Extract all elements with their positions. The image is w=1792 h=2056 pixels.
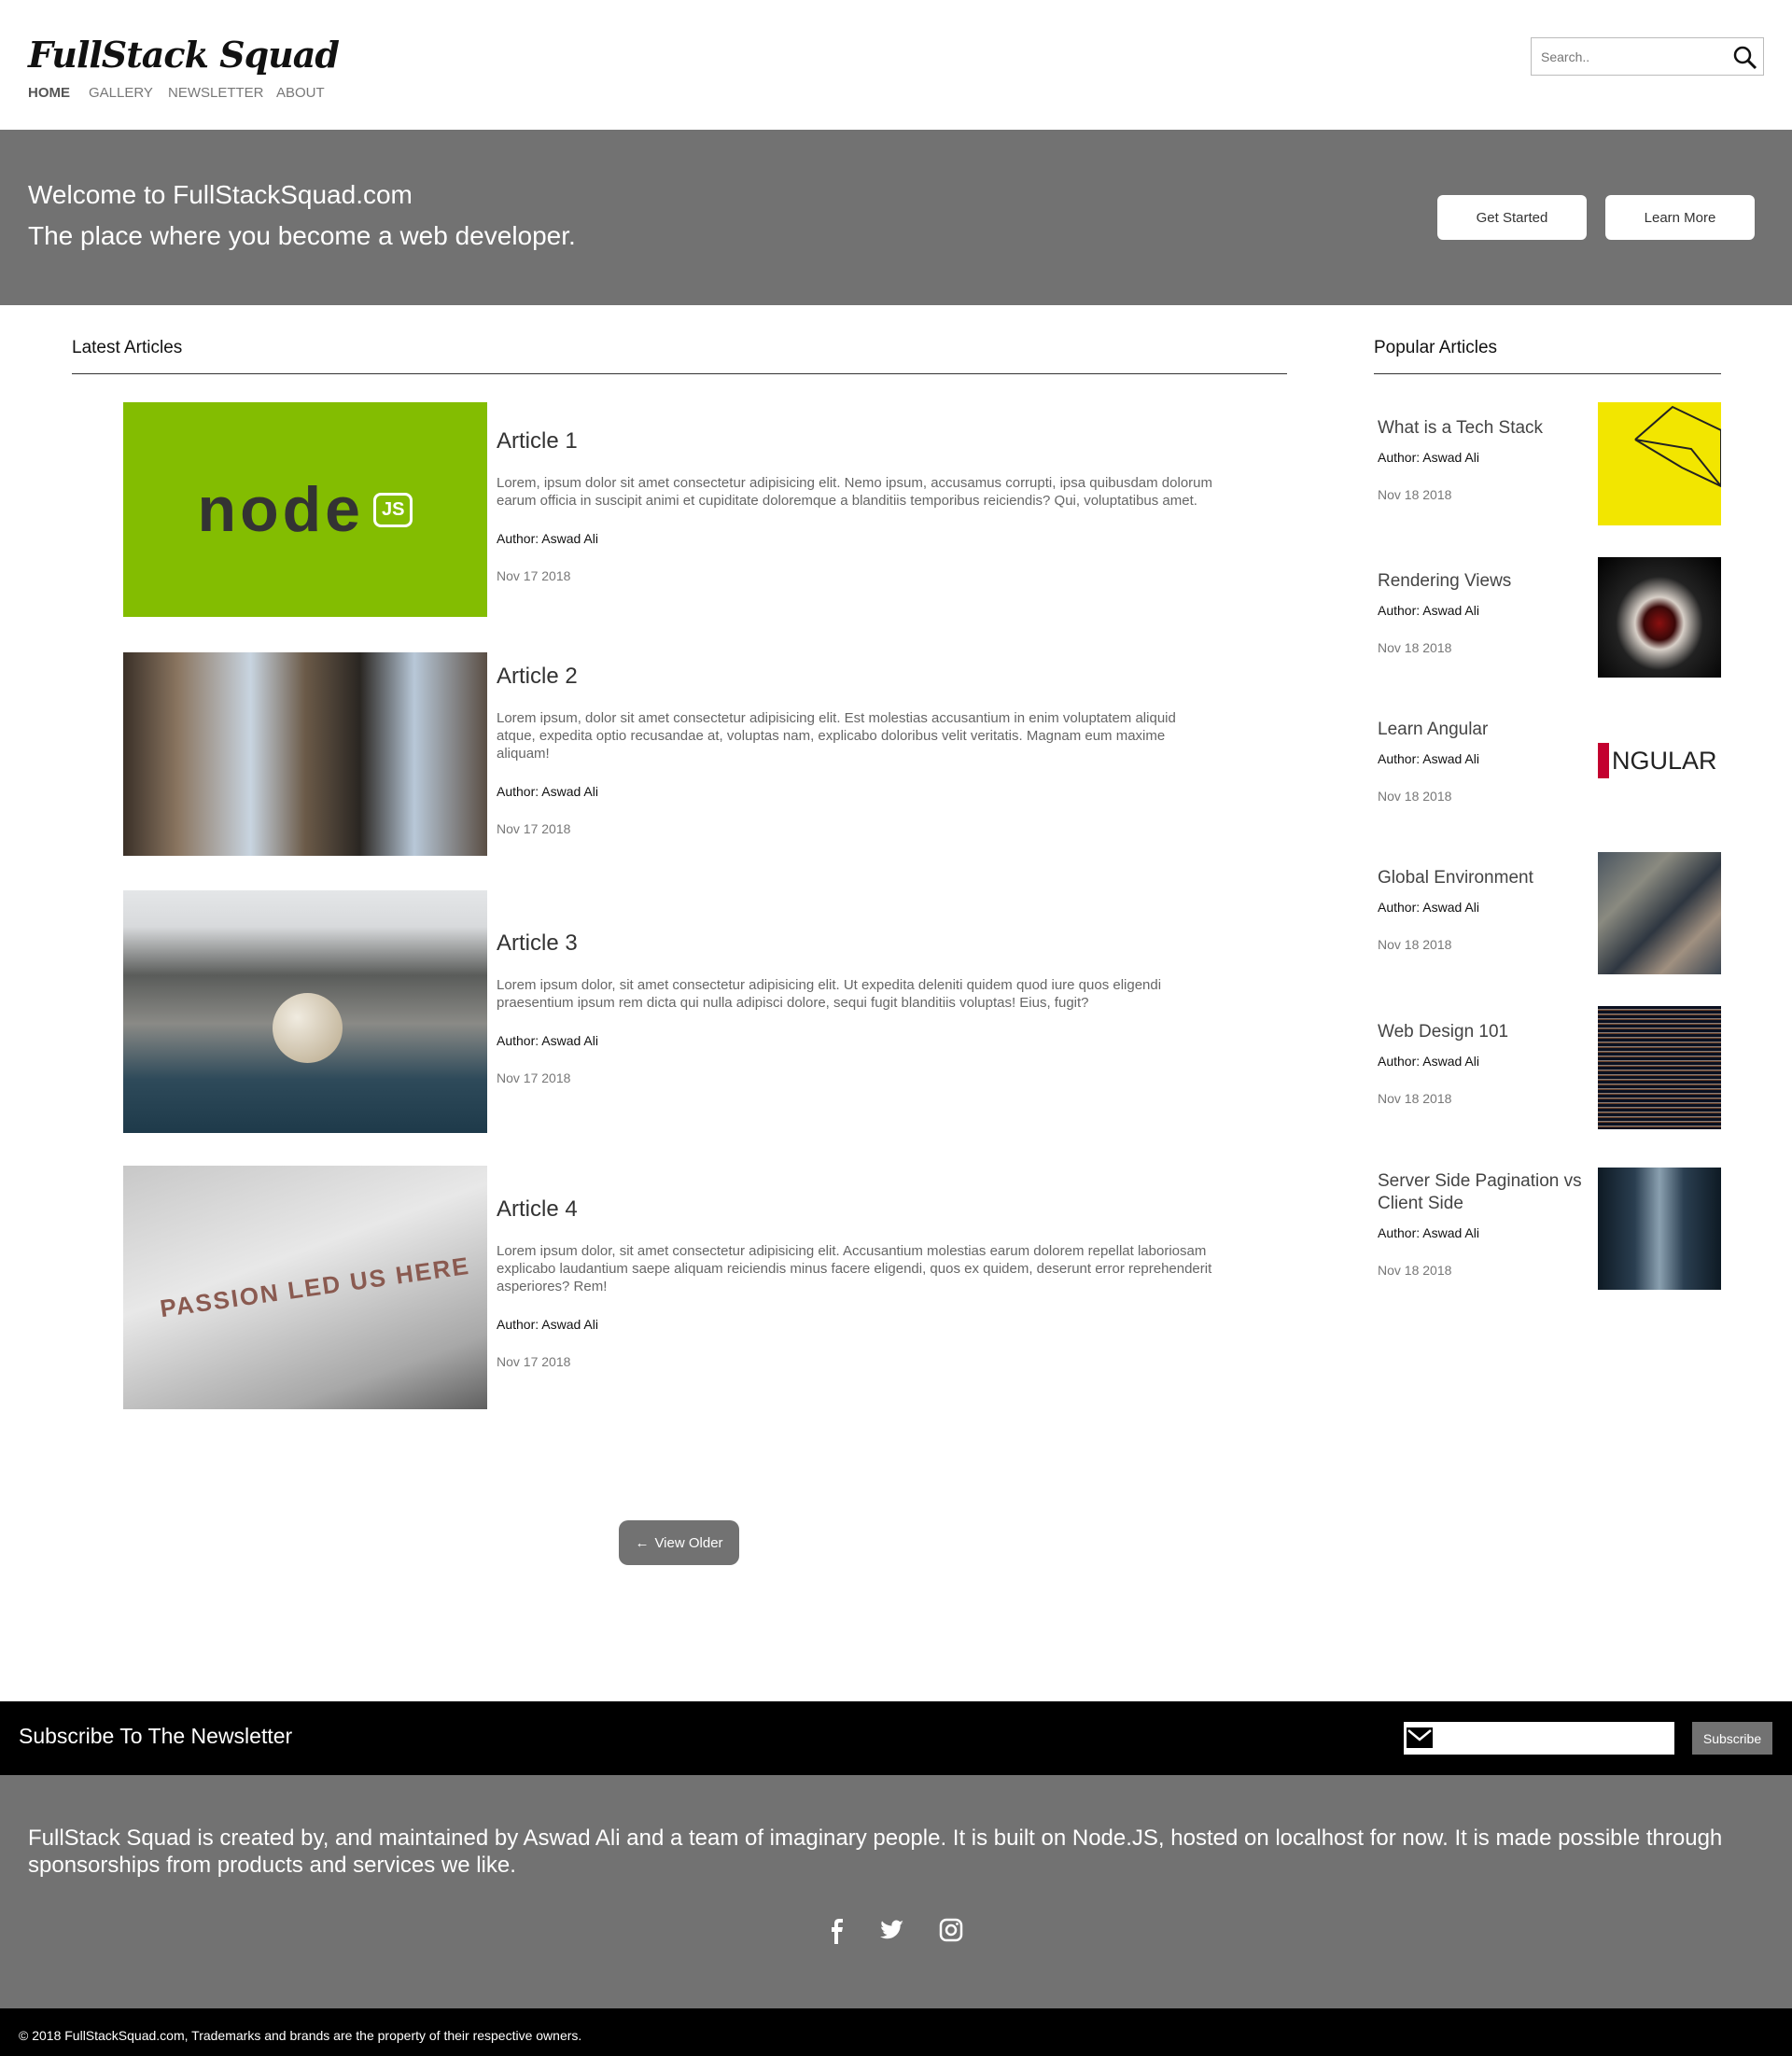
article-author: Author: Aswad Ali xyxy=(497,1033,598,1048)
article-author: Author: Aswad Ali xyxy=(497,784,598,799)
article-title[interactable]: Article 1 xyxy=(497,428,578,455)
view-older-button[interactable]: ← View Older xyxy=(619,1520,739,1565)
article-date: Nov 17 2018 xyxy=(497,1354,571,1369)
popular-date: Nov 18 2018 xyxy=(1378,1091,1452,1106)
angular-thumbnail[interactable]: NGULAR xyxy=(1598,737,1721,784)
popular-author: Author: Aswad Ali xyxy=(1378,603,1479,618)
nav-about[interactable]: ABOUT xyxy=(276,85,325,101)
twitter-icon[interactable] xyxy=(878,1918,904,1947)
globe-graphic xyxy=(273,993,343,1063)
article-2-image[interactable] xyxy=(123,652,487,856)
hero-subtitle: The place where you become a web develop… xyxy=(28,221,576,250)
popular-title[interactable]: Web Design 101 xyxy=(1378,1021,1583,1043)
article-description: Lorem ipsum dolor, sit amet consectetur … xyxy=(497,977,1162,1011)
popular-date: Nov 18 2018 xyxy=(1378,789,1452,804)
article-description: Lorem ipsum dolor, sit amet consectetur … xyxy=(497,1243,1212,1294)
popular-author: Author: Aswad Ali xyxy=(1378,751,1479,766)
popular-author: Author: Aswad Ali xyxy=(1378,450,1479,465)
arrow-left-icon: ← xyxy=(635,1534,650,1551)
tech-stack-thumbnail[interactable] xyxy=(1598,402,1721,525)
article-description: Lorem, ipsum dolor sit amet consectetur … xyxy=(497,475,1212,509)
article-date: Nov 17 2018 xyxy=(497,568,571,583)
article-description: Lorem ipsum, dolor sit amet consectetur … xyxy=(497,710,1176,762)
popular-date: Nov 18 2018 xyxy=(1378,487,1452,502)
article-author: Author: Aswad Ali xyxy=(497,531,598,546)
article-title[interactable]: Article 3 xyxy=(497,930,578,957)
popular-date: Nov 18 2018 xyxy=(1378,937,1452,952)
email-input[interactable] xyxy=(1404,1722,1674,1755)
search-icon[interactable] xyxy=(1733,46,1757,75)
search-box xyxy=(1531,37,1764,76)
divider xyxy=(1374,373,1721,374)
server-thumbnail[interactable] xyxy=(1598,1168,1721,1290)
nodejs-logo: node xyxy=(197,474,364,545)
article-4-image[interactable]: PASSION LED US HERE xyxy=(123,1166,487,1409)
popular-author: Author: Aswad Ali xyxy=(1378,900,1479,915)
article-title[interactable]: Article 2 xyxy=(497,664,578,690)
article-date: Nov 17 2018 xyxy=(497,821,571,836)
hero-title: Welcome to FullStackSquad.com xyxy=(28,180,413,209)
latest-articles-heading: Latest Articles xyxy=(72,338,183,357)
newsletter-title: Subscribe To The Newsletter xyxy=(19,1724,293,1748)
passion-text: PASSION LED US HERE xyxy=(158,1251,472,1323)
envelope-icon xyxy=(1406,1726,1434,1755)
rendering-views-thumbnail[interactable] xyxy=(1598,557,1721,678)
footer-about: FullStack Squad is created by, and maint… xyxy=(28,1825,1723,1878)
footer xyxy=(0,1775,1792,2008)
article-date: Nov 17 2018 xyxy=(497,1070,571,1085)
popular-title[interactable]: Learn Angular xyxy=(1378,719,1583,741)
article-author: Author: Aswad Ali xyxy=(497,1317,598,1332)
popular-title[interactable]: Server Side Pagination vs Client Side xyxy=(1378,1170,1583,1215)
popular-author: Author: Aswad Ali xyxy=(1378,1054,1479,1069)
nav-gallery[interactable]: GALLERY xyxy=(89,85,153,101)
angular-text: NGULAR xyxy=(1612,746,1717,775)
popular-author: Author: Aswad Ali xyxy=(1378,1225,1479,1240)
article-title[interactable]: Article 4 xyxy=(497,1196,578,1223)
facebook-icon[interactable] xyxy=(827,1918,846,1949)
subscribe-button[interactable]: Subscribe xyxy=(1692,1722,1772,1755)
learn-more-button[interactable]: Learn More xyxy=(1605,195,1755,240)
nav-newsletter[interactable]: NEWSLETTER xyxy=(168,85,264,101)
popular-date: Nov 18 2018 xyxy=(1378,640,1452,655)
search-input[interactable] xyxy=(1532,38,1718,75)
article-3-image[interactable] xyxy=(123,890,487,1133)
popular-title[interactable]: Rendering Views xyxy=(1378,570,1583,593)
site-logo[interactable]: FullStack Squad xyxy=(28,34,340,76)
view-older-label: View Older xyxy=(654,1534,723,1551)
get-started-button[interactable]: Get Started xyxy=(1437,195,1587,240)
nav-home[interactable]: HOME xyxy=(28,85,70,101)
popular-title[interactable]: What is a Tech Stack xyxy=(1378,417,1583,440)
global-environment-thumbnail[interactable] xyxy=(1598,852,1721,974)
instagram-icon[interactable] xyxy=(939,1918,963,1947)
divider xyxy=(72,373,1287,374)
web-design-thumbnail[interactable] xyxy=(1598,1006,1721,1129)
article-1-image[interactable]: node JS xyxy=(123,402,487,617)
copyright-text: © 2018 FullStackSquad.com, Trademarks an… xyxy=(19,2028,582,2043)
popular-articles-heading: Popular Articles xyxy=(1374,338,1498,357)
popular-date: Nov 18 2018 xyxy=(1378,1263,1452,1278)
popular-title[interactable]: Global Environment xyxy=(1378,867,1583,889)
